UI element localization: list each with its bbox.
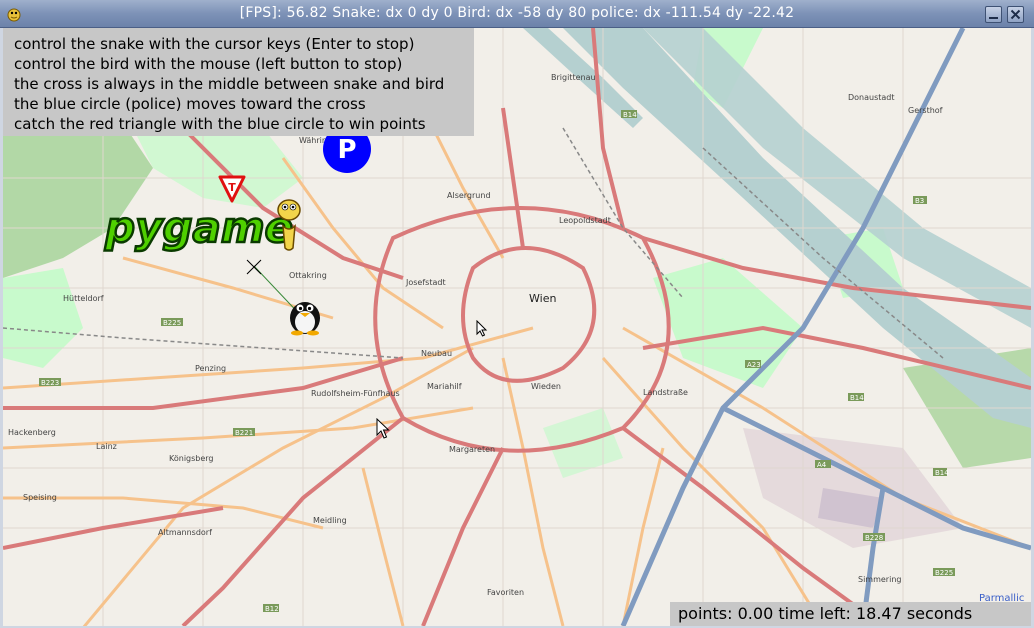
score-status: points: 0.00 time left: 18.47 seconds [670,602,1031,626]
pygame-logo-text: pygame [104,203,293,252]
map-label-wien: Wien [529,292,557,305]
close-icon [1010,9,1021,20]
svg-text:B14: B14 [935,469,949,477]
instruction-line: the cross is always in the middle betwee… [14,75,445,93]
svg-text:B14: B14 [850,394,864,402]
svg-text:B225: B225 [163,319,181,327]
svg-text:B221: B221 [235,429,253,437]
close-button[interactable] [1007,6,1024,23]
game-window: [FPS]: 56.82 Snake: dx 0 dy 0 Bird: dx -… [0,0,1034,628]
map-label-altmannsdorf: Altmannsdorf [158,528,212,537]
minimize-button[interactable] [985,6,1002,23]
map-label-rudolfsheim: Rudolfsheim-Fünfhaus [311,389,400,398]
map-label-mariahilf: Mariahilf [427,382,462,391]
window-title: [FPS]: 56.82 Snake: dx 0 dy 0 Bird: dx -… [239,5,795,21]
snake-penguin [290,302,320,336]
minimize-icon [989,17,998,19]
instructions-panel: control the snake with the cursor keys (… [3,28,474,136]
map-label-gersthof: Gersthof [908,106,943,115]
game-canvas[interactable]: B14 B225 B221 B223 A23 B14 B3 A4 B228 B2… [3,28,1031,626]
svg-text:A4: A4 [817,461,827,469]
map-label-simmering: Simmering [858,575,902,584]
mouse-cursor-icon [476,320,488,337]
instruction-line: control the snake with the cursor keys (… [14,35,415,53]
map-label-meidling: Meidling [313,516,347,525]
map-label-alsergrund: Alsergrund [447,191,491,200]
svg-text:B223: B223 [41,379,59,387]
svg-text:B14: B14 [623,111,637,119]
svg-text:B228: B228 [865,534,883,542]
map-label-speising: Speising [23,493,57,502]
map-label-hackerberg: Hackenberg [8,428,56,437]
svg-text:B225: B225 [935,569,953,577]
map-label-josefstadt: Josefstadt [406,278,446,287]
mouse-cursor-icon [376,418,390,439]
target-letter: T [228,181,236,194]
instruction-line: control the bird with the mouse (left bu… [14,55,403,73]
svg-text:A23: A23 [747,361,761,369]
title-bar[interactable]: [FPS]: 56.82 Snake: dx 0 dy 0 Bird: dx -… [0,0,1034,28]
instruction-line: catch the red triangle with the blue cir… [14,115,426,133]
map-label-landstrasse: Landstraße [643,388,688,397]
svg-text:B3: B3 [915,197,924,205]
map-label-donaustadt: Donaustadt [848,93,895,102]
map-label-neubau: Neubau [421,349,453,358]
pygame-logo-bird: pygame [103,199,301,253]
instruction-line: the blue circle (police) moves toward th… [14,95,366,113]
map-label-hietzing: Königsberg [169,454,214,463]
svg-text:B12: B12 [265,605,279,613]
map-label-huetteldorf: Hütteldorf [63,294,104,303]
map-label-lainz: Lainz [96,442,117,451]
map-label-penzing: Penzing [195,364,227,373]
map-label-margareten: Margareten [449,445,496,454]
police-letter: P [337,135,356,165]
map-label-favoriten: Favoriten [487,588,525,597]
map-label-leopoldstadt: Leopoldstadt [559,216,611,225]
map-label-ottakring: Ottakring [289,271,327,280]
map-label-wieden: Wieden [531,382,561,391]
map-label-brigittenau: Brigittenau [551,73,596,82]
